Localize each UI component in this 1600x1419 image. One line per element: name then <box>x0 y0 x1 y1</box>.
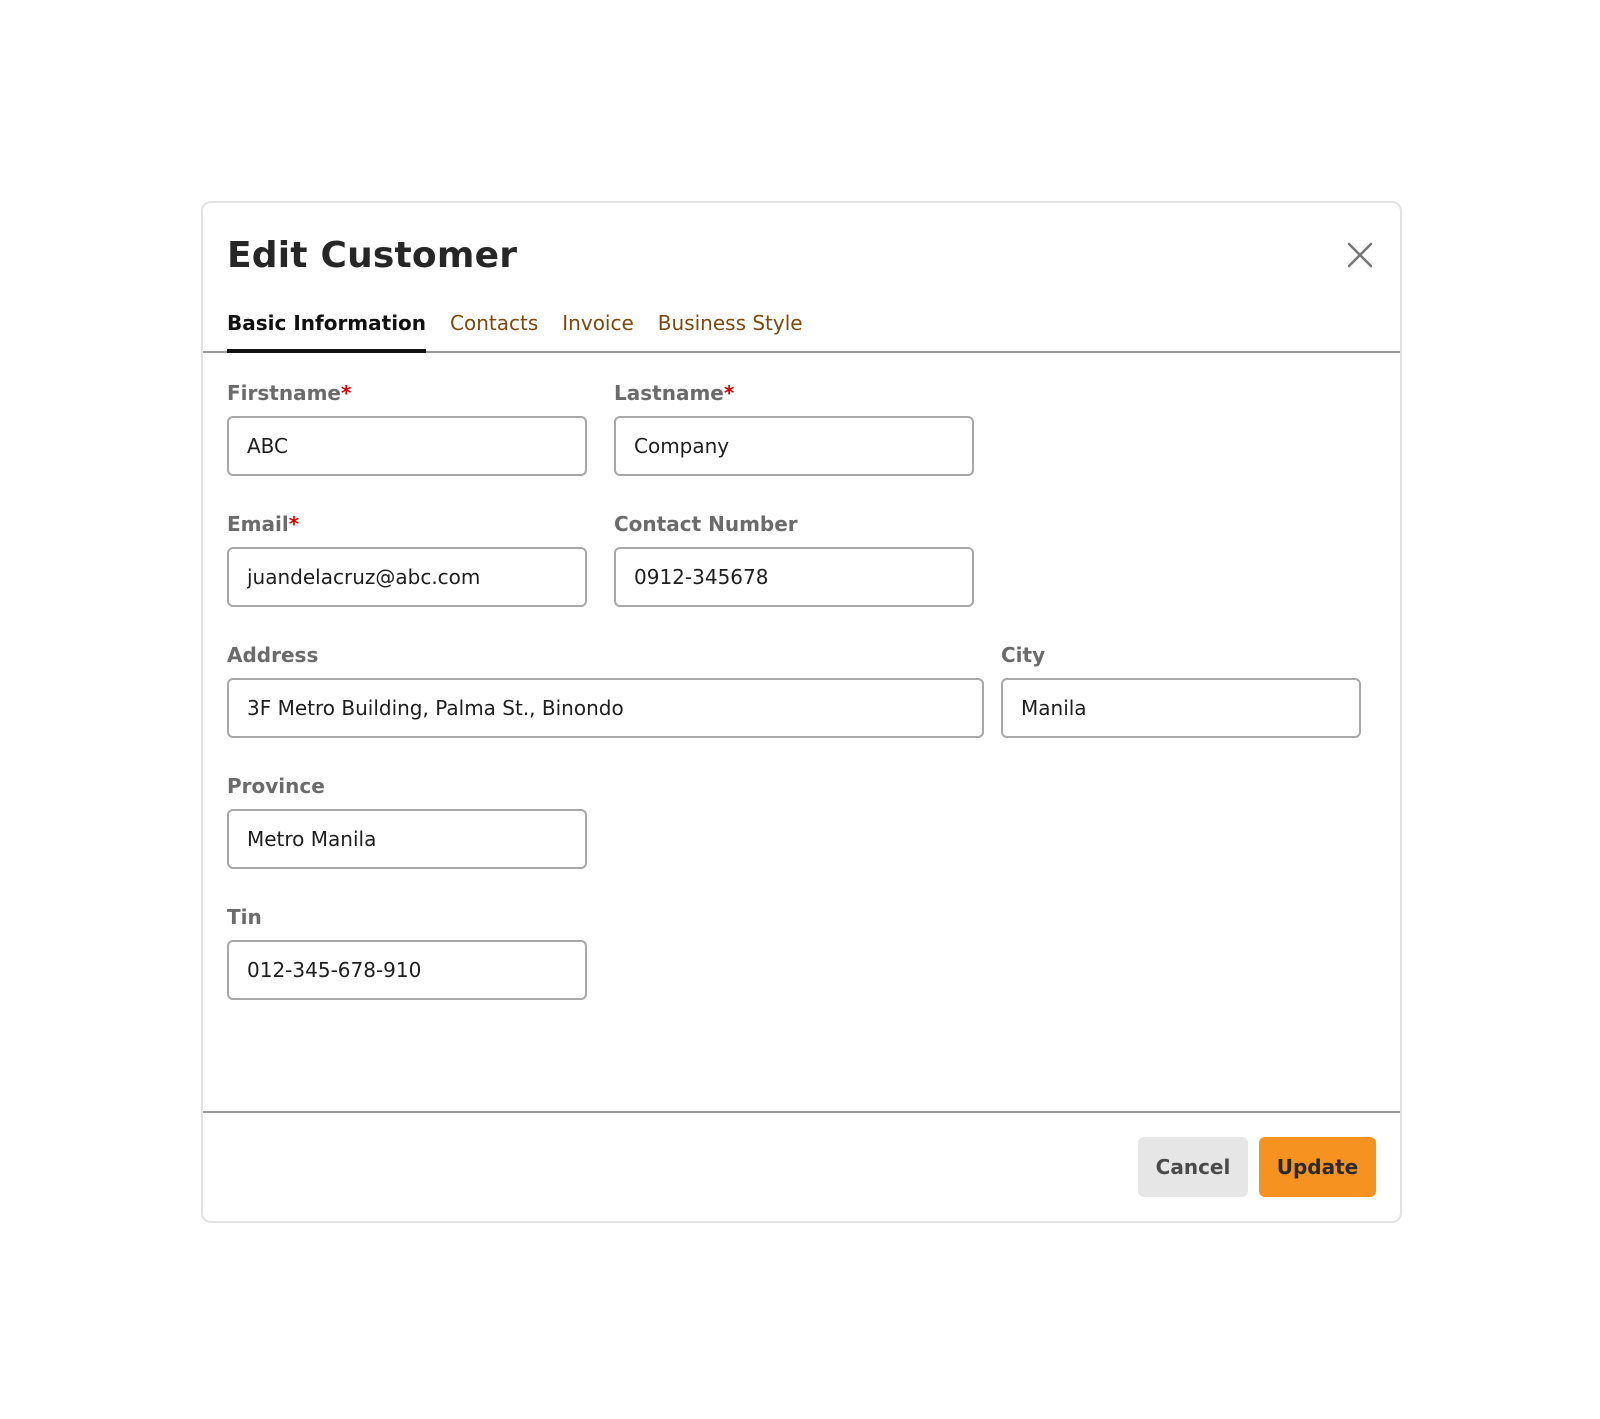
tab-basic-information[interactable]: Basic Information <box>227 311 427 353</box>
tin-input[interactable] <box>227 940 587 1000</box>
lastname-field-group: Lastname* <box>614 381 974 476</box>
email-input[interactable] <box>227 547 587 607</box>
cancel-button[interactable]: Cancel <box>1138 1137 1248 1197</box>
province-input[interactable] <box>227 809 587 869</box>
tab-business-style[interactable]: Business Style <box>658 311 803 353</box>
close-button[interactable] <box>1342 237 1378 273</box>
city-field-group: City <box>1001 643 1361 738</box>
contact-number-field-group: Contact Number <box>614 512 974 607</box>
lastname-input[interactable] <box>614 416 974 476</box>
tab-contacts[interactable]: Contacts <box>450 311 538 353</box>
province-label: Province <box>227 774 325 798</box>
required-marker: * <box>288 512 300 536</box>
edit-customer-modal: Edit Customer Basic Information Contacts… <box>201 201 1402 1223</box>
required-marker: * <box>340 381 352 405</box>
firstname-input[interactable] <box>227 416 587 476</box>
email-label: Email* <box>227 512 300 536</box>
form-body: Firstname* Lastname* Email* Contact Numb… <box>203 353 1400 1113</box>
close-icon <box>1347 242 1373 268</box>
contact-number-label: Contact Number <box>614 512 798 536</box>
email-field-group: Email* <box>227 512 587 607</box>
modal-title: Edit Customer <box>227 235 518 276</box>
address-input[interactable] <box>227 678 984 738</box>
city-label: City <box>1001 643 1046 667</box>
province-field-group: Province <box>227 774 587 869</box>
tin-label: Tin <box>227 905 262 929</box>
lastname-label: Lastname* <box>614 381 735 405</box>
contact-number-input[interactable] <box>614 547 974 607</box>
firstname-label: Firstname* <box>227 381 352 405</box>
tab-bar: Basic Information Contacts Invoice Busin… <box>227 311 827 353</box>
modal-footer: Cancel Update <box>203 1111 1400 1221</box>
tin-field-group: Tin <box>227 905 587 1000</box>
firstname-field-group: Firstname* <box>227 381 587 476</box>
required-marker: * <box>723 381 735 405</box>
city-input[interactable] <box>1001 678 1361 738</box>
modal-header: Edit Customer Basic Information Contacts… <box>203 203 1400 353</box>
address-label: Address <box>227 643 319 667</box>
update-button[interactable]: Update <box>1259 1137 1376 1197</box>
tab-invoice[interactable]: Invoice <box>562 311 634 353</box>
address-field-group: Address <box>227 643 984 738</box>
